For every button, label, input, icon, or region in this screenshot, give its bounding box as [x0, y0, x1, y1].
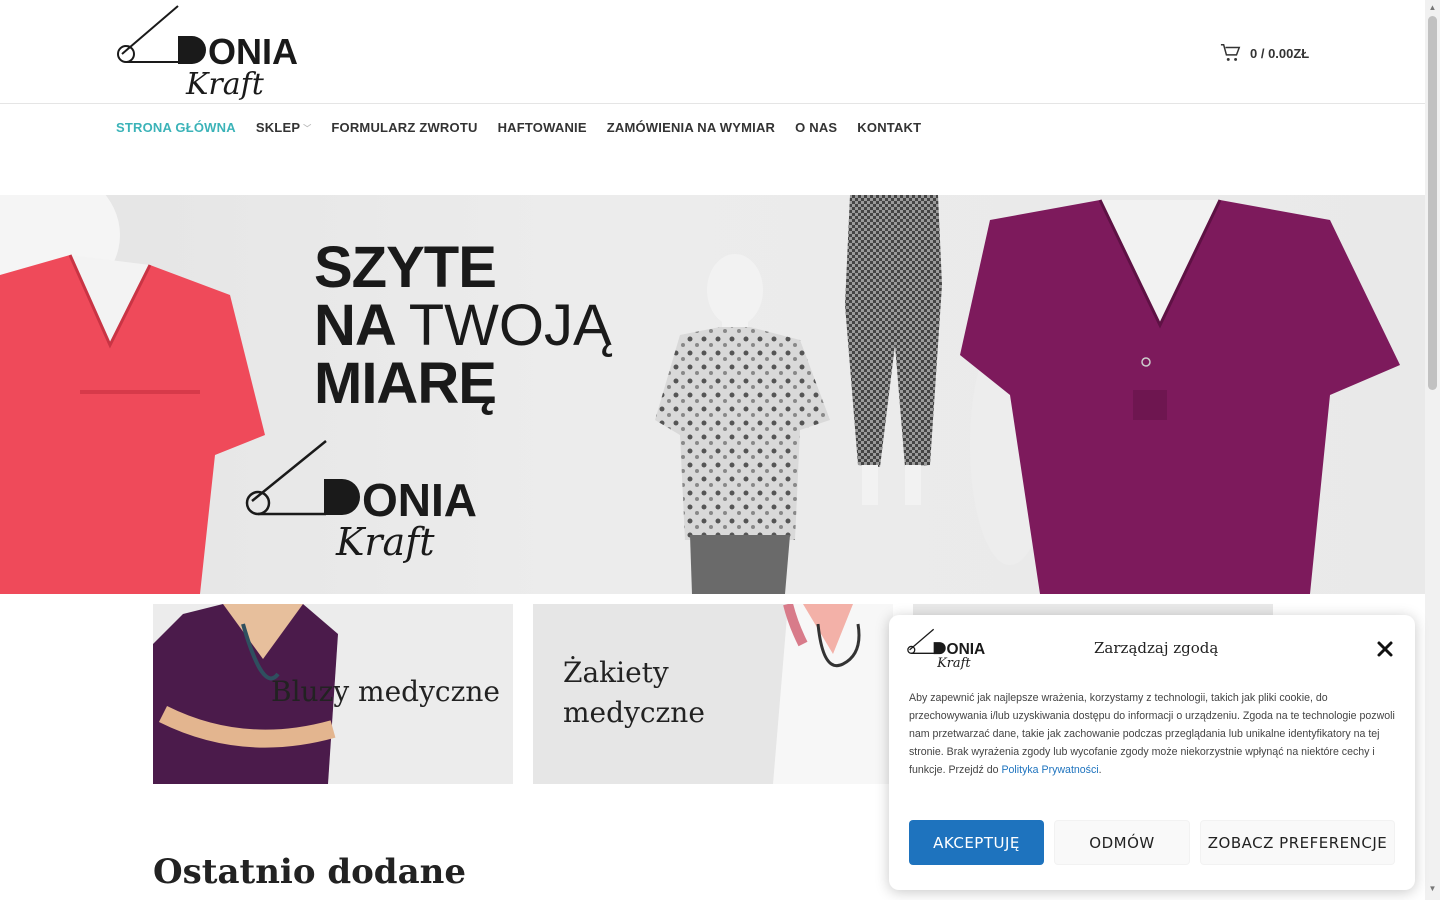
donia-kraft-logo[interactable]: ONIA Kraft: [116, 4, 316, 100]
cart-icon: [1220, 44, 1241, 61]
main-nav: STRONA GŁÓWNA SKLEP ﹀ FORMULARZ ZWROTU HA…: [116, 120, 921, 135]
header: ONIA Kraft 0 / 0.00ZŁ: [0, 0, 1425, 104]
close-icon[interactable]: [1375, 639, 1395, 659]
svg-text:ONIA: ONIA: [947, 641, 986, 658]
section-title: Ostatnio dodane: [153, 852, 466, 892]
nav-item-label: HAFTOWANIE: [497, 120, 587, 135]
nav-item-shop[interactable]: SKLEP ﹀: [256, 120, 312, 135]
nav-item-embroidery[interactable]: HAFTOWANIE: [498, 120, 587, 135]
chevron-down-icon: ﹀: [303, 124, 312, 133]
category-label: Bluzy medyczne: [271, 675, 500, 708]
nav-item-about[interactable]: O NAS: [795, 120, 837, 135]
scroll-down-arrow-icon[interactable]: ▼: [1428, 884, 1437, 894]
cart-widget[interactable]: 0 / 0.00ZŁ: [1220, 42, 1309, 64]
nav-item-label: FORMULARZ ZWROTU: [331, 120, 478, 135]
svg-text:Kraft: Kraft: [185, 67, 265, 100]
hero-garments-image: [0, 195, 1400, 594]
hero-line-1: SZYTE: [314, 235, 497, 300]
nav-item-label: STRONA GŁÓWNA: [116, 120, 236, 135]
cookie-modal-logo: ONIA Kraft: [907, 628, 986, 671]
hero-headline: SZYTE NA TWOJĄ MIARĘ: [314, 239, 612, 413]
category-card-zakiety[interactable]: Żakiety medyczne: [533, 604, 893, 784]
deny-button[interactable]: ODMÓW: [1054, 820, 1190, 865]
svg-text:ONIA: ONIA: [208, 31, 298, 72]
category-card-bluzy[interactable]: Bluzy medyczne: [153, 604, 513, 784]
privacy-policy-link[interactable]: Polityka Prywatności: [1001, 764, 1098, 776]
category-label: Żakiety medyczne: [563, 656, 705, 729]
nav-item-custom-orders[interactable]: ZAMÓWIENIA NA WYMIAR: [607, 120, 775, 135]
scroll-up-arrow-icon[interactable]: ▲: [1428, 3, 1437, 13]
nav-item-home[interactable]: STRONA GŁÓWNA: [116, 120, 236, 135]
hero-brand-logo: ONIA Kraft: [245, 440, 477, 564]
svg-text:Kraft: Kraft: [936, 656, 971, 671]
view-preferences-button[interactable]: ZOBACZ PREFERENCJE: [1200, 820, 1395, 865]
cookie-modal-title: Zarządzaj zgodą: [1094, 639, 1219, 657]
nav-item-return-form[interactable]: FORMULARZ ZWROTU: [331, 120, 477, 135]
nav-item-contact[interactable]: KONTAKT: [857, 120, 921, 135]
nav-item-label: O NAS: [795, 120, 838, 135]
accept-button[interactable]: AKCEPTUJĘ: [909, 820, 1044, 865]
nav-item-label: ZAMÓWIENIA NA WYMIAR: [606, 120, 776, 135]
nav-item-label: KONTAKT: [857, 120, 922, 135]
cookie-modal-text: Aby zapewnić jak najlepsze wrażenia, kor…: [909, 692, 1395, 776]
cart-total: 0 / 0.00ZŁ: [1250, 45, 1310, 61]
hero-line-2: NA TWOJĄ: [314, 293, 612, 358]
nav-item-label: SKLEP: [255, 120, 301, 135]
svg-text:Kraft: Kraft: [335, 520, 435, 564]
svg-text:ONIA: ONIA: [362, 474, 477, 526]
hero-line-3: MIARĘ: [314, 351, 497, 416]
scrollbar-thumb[interactable]: [1428, 16, 1437, 390]
hero-banner[interactable]: SZYTE NA TWOJĄ MIARĘ ONIA Kraft: [0, 195, 1425, 594]
cookie-consent-modal: ONIA Kraft Zarządzaj zgodą Aby zapewnić …: [889, 615, 1415, 890]
